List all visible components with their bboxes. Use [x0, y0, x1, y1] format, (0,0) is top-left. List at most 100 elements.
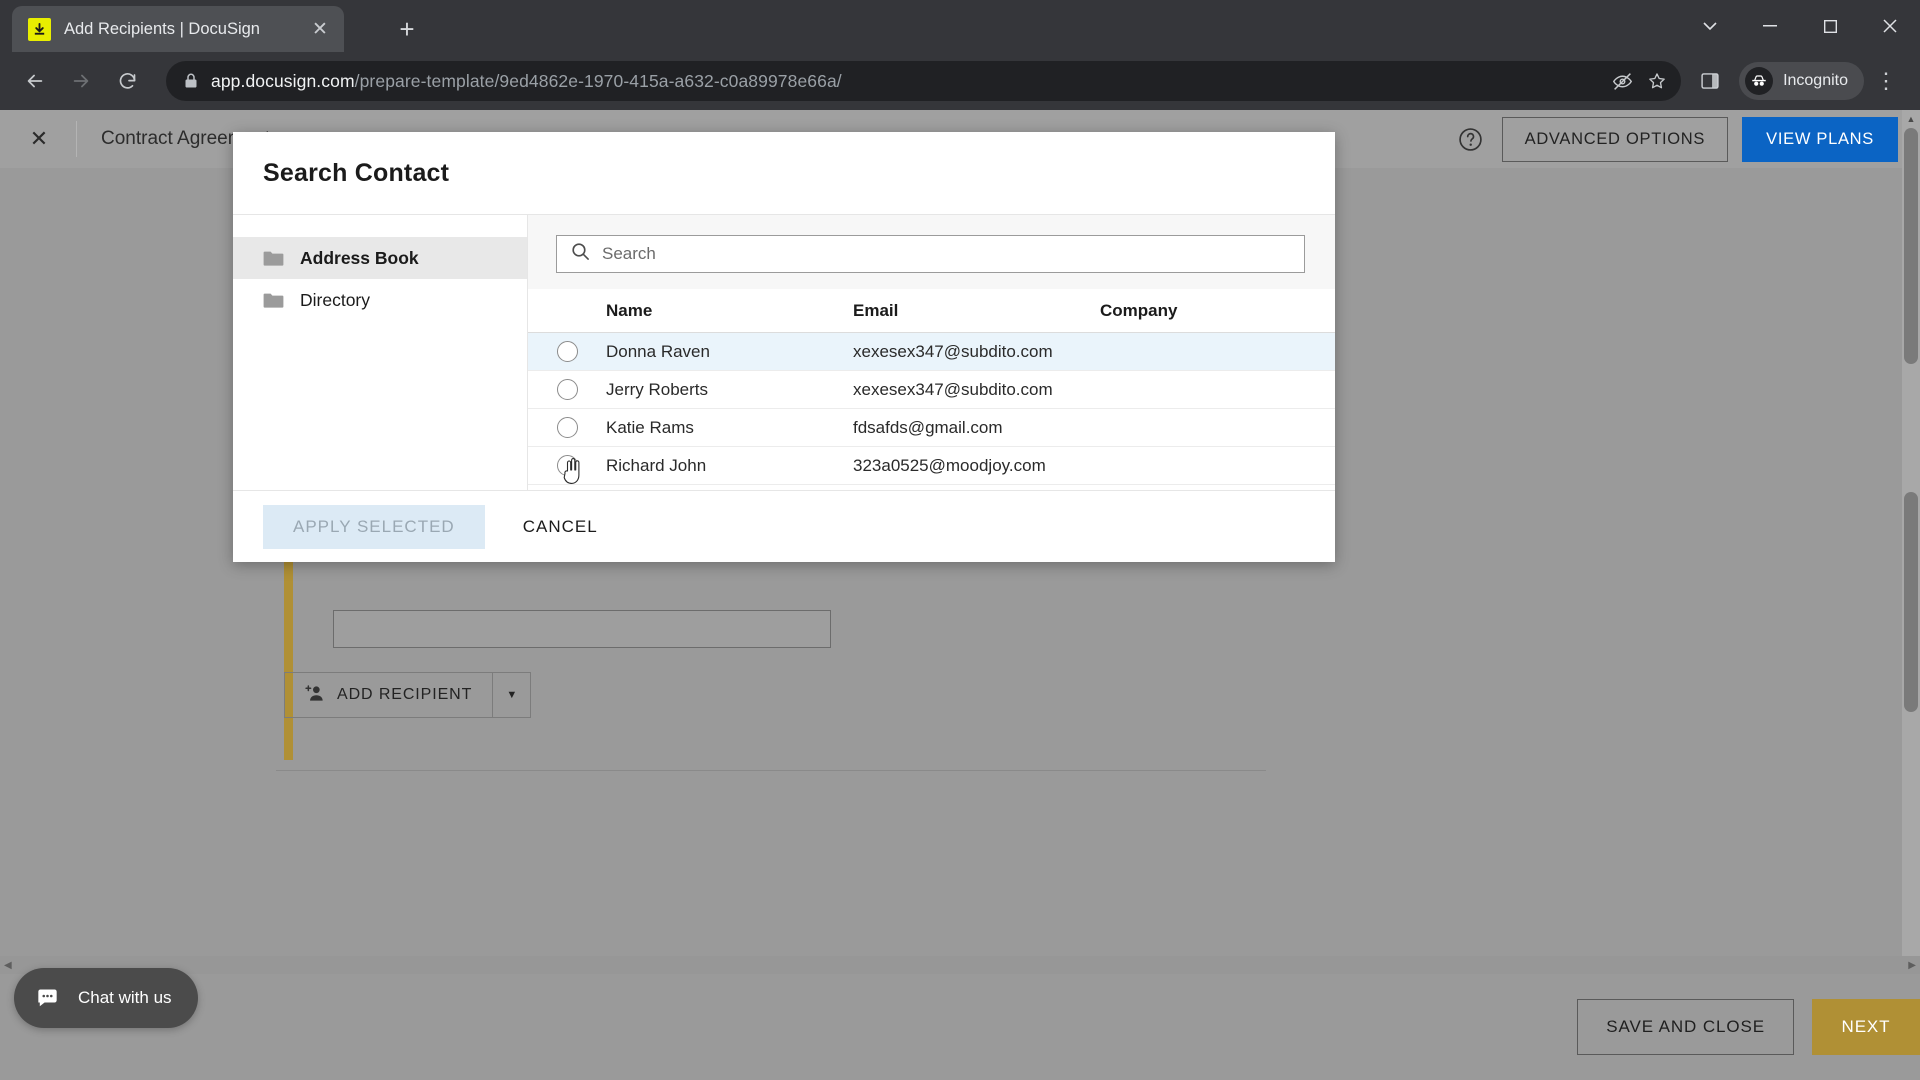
- modal-title: Search Contact: [263, 158, 450, 187]
- chat-label: Chat with us: [78, 988, 172, 1007]
- url-text: app.docusign.com/prepare-template/9ed486…: [211, 71, 1598, 92]
- cell-email: fdsafds@gmail.com: [853, 417, 1003, 437]
- chat-bubble-icon: [32, 983, 62, 1013]
- modal-sidebar: Address Book Directory: [233, 215, 528, 490]
- scroll-left-arrow-icon[interactable]: ◀: [4, 960, 12, 971]
- page-vertical-scrollbar[interactable]: ▲ ▼: [1902, 110, 1920, 1080]
- cell-email: xexesex347@subdito.com: [853, 341, 1053, 361]
- reload-icon[interactable]: [104, 58, 150, 104]
- window-close-icon[interactable]: [1860, 0, 1920, 52]
- cell-email: xexesex347@subdito.com: [853, 379, 1053, 399]
- modal-footer: APPLY SELECTED CANCEL: [233, 490, 1335, 562]
- save-and-close-button[interactable]: SAVE AND CLOSE: [1577, 999, 1794, 1055]
- chevron-down-icon[interactable]: [1680, 0, 1740, 52]
- help-circle-icon[interactable]: [1454, 122, 1488, 156]
- add-recipient-button[interactable]: ADD RECIPIENT: [284, 672, 494, 718]
- cancel-button[interactable]: CANCEL: [523, 505, 598, 549]
- scroll-right-arrow-icon[interactable]: ▶: [1908, 960, 1916, 971]
- table-header-row: Name Email Company: [528, 289, 1335, 333]
- three-dots-menu-icon[interactable]: ⋮: [1864, 59, 1908, 103]
- close-template-icon[interactable]: ✕: [22, 122, 56, 156]
- minimize-icon[interactable]: [1740, 0, 1800, 52]
- browser-toolbar: app.docusign.com/prepare-template/9ed486…: [0, 52, 1920, 110]
- recipient-name-input[interactable]: [333, 610, 831, 648]
- new-tab-icon[interactable]: +: [390, 12, 424, 46]
- scrollbar-thumb[interactable]: [1904, 128, 1918, 364]
- header-actions: ADVANCED OPTIONS VIEW PLANS: [1454, 110, 1898, 168]
- page-footer: SAVE AND CLOSE NEXT: [0, 974, 1920, 1080]
- tabstrip: Add Recipients | DocuSign ✕ +: [0, 0, 1920, 52]
- url-path: /prepare-template/9ed4862e-1970-415a-a63…: [354, 70, 842, 91]
- docusign-download-icon: [28, 17, 51, 41]
- back-icon[interactable]: [12, 58, 58, 104]
- modal-body: Address Book Directory Search Name Email…: [233, 215, 1335, 490]
- browser-tab-title: Add Recipients | DocuSign: [64, 19, 260, 38]
- modal-header: Search Contact: [233, 132, 1335, 215]
- search-input[interactable]: [602, 244, 1290, 264]
- third-party-cookie-blocked-icon[interactable]: [1612, 71, 1633, 92]
- lock-icon: [184, 73, 198, 89]
- docusign-page: ✕ Contract Agreement ADVANCED OPTIONS VI…: [0, 110, 1920, 1080]
- cell-name: Katie Rams: [606, 417, 694, 437]
- cell-name: Richard John: [606, 455, 707, 475]
- search-box[interactable]: [556, 235, 1305, 273]
- add-recipient-group: ADD RECIPIENT ▼: [284, 672, 532, 718]
- cell-name: Jerry Roberts: [606, 379, 709, 399]
- row-select-cell[interactable]: [528, 379, 606, 400]
- tab-close-icon[interactable]: ✕: [306, 15, 334, 43]
- folder-icon: [263, 250, 284, 267]
- row-select-cell[interactable]: [528, 417, 606, 438]
- maximize-icon[interactable]: [1800, 0, 1860, 52]
- sidebar-item-label: Directory: [300, 289, 371, 310]
- radio-button-icon[interactable]: [556, 341, 578, 362]
- modal-main: Name Email Company Donna Raven xexesex34…: [528, 215, 1335, 490]
- table-row[interactable]: Jerry Roberts xexesex347@subdito.com: [528, 371, 1335, 409]
- search-row: [528, 215, 1335, 289]
- table-row[interactable]: Katie Rams fdsafds@gmail.com: [528, 409, 1335, 447]
- radio-button-icon[interactable]: [556, 379, 578, 400]
- row-select-cell[interactable]: [528, 341, 606, 362]
- add-person-icon: [305, 684, 325, 707]
- cell-name: Donna Raven: [606, 341, 710, 361]
- table-row[interactable]: Donna Raven xexesex347@subdito.com: [528, 333, 1335, 371]
- sidebar-item-address-book[interactable]: Address Book: [233, 237, 527, 279]
- browser-tab[interactable]: Add Recipients | DocuSign ✕: [12, 6, 344, 52]
- search-contact-modal: Search Contact Address Book Directory Se…: [233, 132, 1335, 562]
- profile-label: Incognito: [1783, 72, 1848, 89]
- sidebar-item-label: Address Book: [300, 247, 419, 268]
- address-bar[interactable]: app.docusign.com/prepare-template/9ed486…: [166, 61, 1682, 101]
- sidebar-item-directory[interactable]: Directory: [233, 279, 527, 321]
- browser-tabstrip-bar: Add Recipients | DocuSign ✕ +: [0, 0, 1920, 52]
- radio-button-icon[interactable]: [556, 455, 578, 476]
- window-controls: [1680, 0, 1920, 52]
- table-row[interactable]: Richard John 323a0525@moodjoy.com: [528, 447, 1335, 485]
- view-plans-button[interactable]: VIEW PLANS: [1742, 116, 1898, 162]
- column-header-company: Company: [1100, 300, 1178, 320]
- section-divider: [276, 770, 1266, 771]
- next-button[interactable]: NEXT: [1812, 999, 1920, 1055]
- scroll-up-arrow-icon[interactable]: ▲: [1902, 110, 1920, 128]
- star-icon[interactable]: [1647, 71, 1667, 91]
- row-select-cell[interactable]: [528, 455, 606, 476]
- column-header-email: Email: [853, 300, 899, 320]
- advanced-options-button[interactable]: ADVANCED OPTIONS: [1501, 116, 1729, 162]
- toolbar-right-actions: Incognito ⋮: [1689, 59, 1908, 103]
- forward-icon: [58, 58, 104, 104]
- header-divider: [76, 121, 77, 157]
- side-panel-icon[interactable]: [1689, 60, 1731, 102]
- recipient-card: [284, 550, 1264, 760]
- scrollbar-thumb-secondary[interactable]: [1904, 492, 1918, 712]
- contacts-table: Name Email Company Donna Raven xexesex34…: [528, 289, 1335, 490]
- page-horizontal-scrollbar[interactable]: ◀ ▶: [0, 956, 1920, 974]
- add-recipient-label: ADD RECIPIENT: [337, 686, 473, 703]
- profile-chip[interactable]: Incognito: [1739, 62, 1864, 100]
- folder-icon: [263, 292, 284, 309]
- apply-selected-button[interactable]: APPLY SELECTED: [263, 504, 485, 549]
- radio-button-icon[interactable]: [556, 417, 578, 438]
- cell-email: 323a0525@moodjoy.com: [853, 455, 1046, 475]
- chat-with-us-widget[interactable]: Chat with us: [14, 968, 198, 1028]
- incognito-icon: [1745, 67, 1774, 95]
- url-host: app.docusign.com: [211, 70, 355, 91]
- column-header-name: Name: [606, 300, 653, 320]
- chevron-down-icon[interactable]: ▼: [493, 672, 532, 718]
